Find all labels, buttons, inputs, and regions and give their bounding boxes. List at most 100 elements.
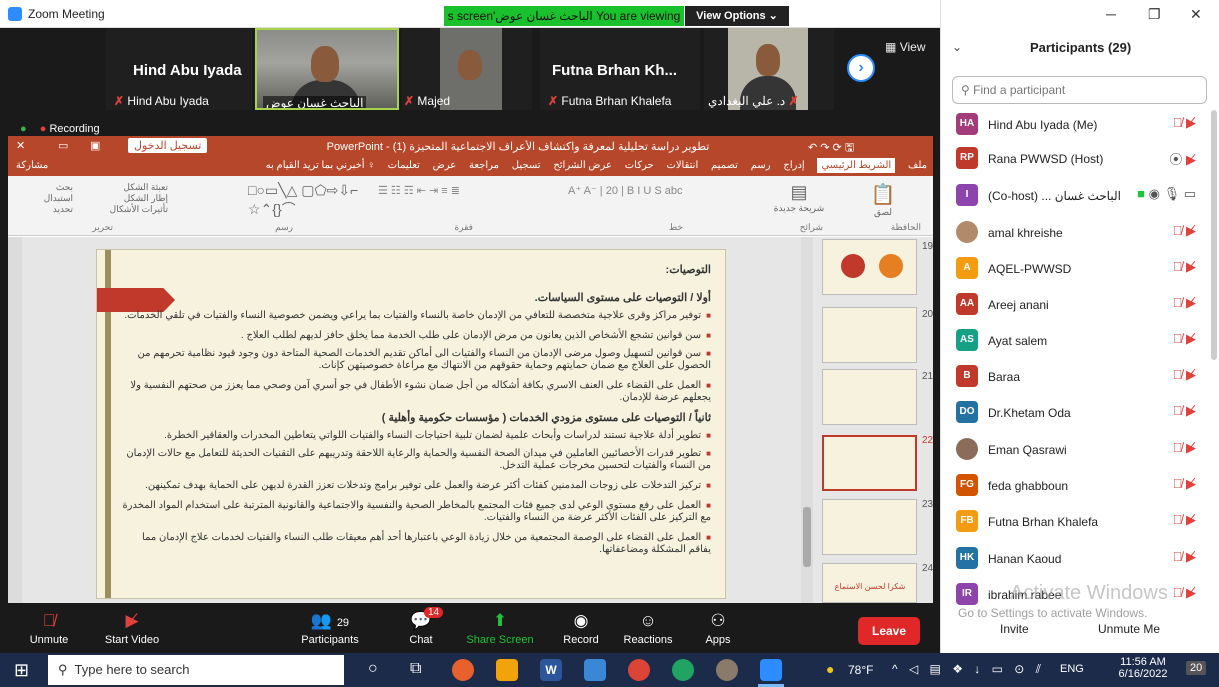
firefox-icon[interactable]: [452, 659, 474, 681]
video-off-icon: ▶̸: [125, 611, 139, 630]
scroll-thumb[interactable]: [803, 507, 811, 567]
tab-home[interactable]: الشريط الرئيسي: [817, 158, 896, 173]
video-tile-hind[interactable]: Hind Abu Iyada ✗ Hind Abu Iyada: [106, 28, 252, 110]
share-screen-button[interactable]: ⬆ Share Screen: [464, 605, 536, 653]
shapes-gallery[interactable]: □○▭╲△ ▢⬠⇨⇩⌐ ☆⌃{}⌒: [248, 182, 368, 219]
cortana-icon[interactable]: ○: [368, 660, 378, 678]
paste-icon[interactable]: 📋: [838, 182, 928, 207]
status-icons: 🎙̸ ▶̸: [1173, 476, 1196, 492]
left-scrollbar[interactable]: [8, 237, 22, 603]
start-video-button[interactable]: ▶̸ Start Video: [100, 605, 164, 653]
word-icon[interactable]: W: [540, 659, 562, 681]
tab-insert[interactable]: إدراج: [783, 160, 804, 171]
status-icons: 🎙̸ ▶̸: [1173, 440, 1196, 456]
participant-row[interactable]: amal khreishe 🎙̸ ▶̸: [948, 217, 1210, 249]
participant-row[interactable]: AA Areej anani 🎙̸ ▶̸: [948, 289, 1210, 321]
slide-thumbnail[interactable]: شكرا لحسن الاستماع: [822, 563, 917, 603]
new-slide-icon[interactable]: ▤: [760, 182, 838, 203]
tab-view[interactable]: عرض: [433, 160, 457, 171]
participant-row[interactable]: I الباحث غسان ... (Co-host) ■ ◉ 🎙 ▭: [948, 180, 1210, 212]
shape-outline-label[interactable]: إطار الشكل: [78, 193, 168, 204]
language-indicator[interactable]: ENG: [1060, 663, 1084, 675]
video-tile-majed[interactable]: ✗ Majed: [402, 28, 532, 110]
video-tile-ghassan[interactable]: الباحث غسان عوض: [255, 28, 399, 110]
record-button[interactable]: ◉ Record: [556, 605, 606, 653]
slide-thumbnail[interactable]: [822, 307, 917, 363]
participant-row[interactable]: HK Hanan Kaoud 🎙̸ ▶̸: [948, 543, 1210, 575]
video-tile-futna[interactable]: Futna Brhan Kh... ✗ Futna Brhan Khalefa: [540, 28, 700, 110]
slide-canvas[interactable]: التوصيات: أولا / التوصيات على مستوى السي…: [96, 249, 726, 599]
replace-label[interactable]: استبدال: [18, 193, 73, 204]
video-tile-ali[interactable]: ✗ د. علي البغدادي: [704, 28, 834, 110]
participant-row[interactable]: B Baraa 🎙̸ ▶̸: [948, 361, 1210, 393]
search-icon: ⚲: [961, 83, 970, 97]
tab-animations[interactable]: حركات: [625, 160, 654, 171]
store-icon[interactable]: [584, 659, 606, 681]
share-button[interactable]: مشاركة: [16, 160, 48, 171]
find-label[interactable]: بحث: [18, 182, 73, 193]
tab-help[interactable]: تعليمات: [388, 160, 420, 171]
tab-record[interactable]: تسجيل: [512, 160, 541, 171]
next-page-button[interactable]: ›: [847, 54, 875, 82]
ribbon-display-icon[interactable]: ▣: [90, 139, 100, 152]
record-label: Record: [563, 634, 599, 646]
panel-scrollbar[interactable]: [1211, 110, 1217, 360]
system-tray-icons[interactable]: ^ ◁ ▤ ❖ ↓ ▭ ⊙ ⫽: [892, 662, 1045, 677]
unmute-button[interactable]: 🎙̸ Unmute: [24, 605, 74, 653]
signin-button[interactable]: تسجيل الدخول: [128, 138, 208, 153]
participants-button[interactable]: 👥 29 Participants: [294, 605, 366, 653]
slide-thumbnail-selected[interactable]: [822, 435, 917, 491]
slide-scrollbar[interactable]: [801, 237, 813, 603]
tab-review[interactable]: مراجعة: [469, 160, 499, 171]
restore-icon[interactable]: ▭: [58, 139, 68, 152]
minimize-icon[interactable]: ─: [1106, 6, 1116, 22]
invite-button[interactable]: Invite: [1000, 622, 1029, 636]
participant-search-input[interactable]: ⚲ Find a participant: [952, 76, 1207, 104]
zoom-taskbar-icon[interactable]: [760, 659, 782, 681]
weather-temp[interactable]: 78°F: [848, 663, 873, 677]
chrome-icon[interactable]: [628, 659, 650, 681]
chat-button[interactable]: 💬 Chat 14: [396, 605, 446, 653]
taskbar-search-input[interactable]: ⚲ Type here to search: [48, 655, 344, 685]
tab-file[interactable]: ملف: [908, 160, 927, 171]
mic-muted-icon: ✗: [548, 94, 559, 108]
clock[interactable]: 11:56 AM 6/16/2022: [1118, 656, 1168, 680]
participant-row[interactable]: DO Dr.Khetam Oda 🎙̸ ▶̸: [948, 397, 1210, 429]
slide-thumbnail[interactable]: [822, 499, 917, 555]
activate-windows-title: Activate Windows: [1010, 582, 1168, 604]
participant-row[interactable]: RP Rana PWWSD (Host) ⦿ ▶̸: [948, 143, 1210, 175]
select-label[interactable]: تحديد: [18, 204, 73, 215]
participant-row[interactable]: A AQEL-PWWSD 🎙̸ ▶̸: [948, 253, 1210, 285]
reactions-button[interactable]: ☺ Reactions: [620, 605, 676, 653]
close-icon[interactable]: ✕: [16, 139, 25, 152]
tab-draw[interactable]: رسم: [751, 160, 771, 171]
apps-button[interactable]: ⚇ Apps: [698, 605, 738, 653]
participant-row[interactable]: AS Ayat salem 🎙̸ ▶̸: [948, 325, 1210, 357]
leave-button[interactable]: Leave: [858, 617, 920, 645]
view-button[interactable]: ▦ View: [885, 40, 925, 54]
maximize-icon[interactable]: ❐: [1148, 6, 1161, 23]
tab-design[interactable]: تصميم: [711, 160, 738, 171]
unmute-label: Unmute: [29, 634, 69, 646]
tab-slideshow[interactable]: عرض الشرائح: [553, 160, 612, 171]
slide-thumbnail[interactable]: [822, 239, 917, 295]
tell-me-box[interactable]: أخبرني بما تريد القيام به: [266, 160, 365, 171]
shape-effects-label[interactable]: تأثيرات الأشكال: [78, 204, 168, 215]
shape-fill-label[interactable]: تعبئة الشكل: [78, 182, 168, 193]
participant-row[interactable]: FB Futna Brhan Khalefa 🎙̸ ▶̸: [948, 506, 1210, 538]
participant-row[interactable]: HA Hind Abu Iyada (Me) 🎙̸ ▶̸: [948, 109, 1210, 141]
unmute-me-button[interactable]: Unmute Me: [1098, 622, 1160, 636]
close-icon[interactable]: ✕: [1190, 6, 1202, 23]
participant-row[interactable]: FG feda ghabboun 🎙̸ ▶̸: [948, 470, 1210, 502]
slide-thumbnail[interactable]: [822, 369, 917, 425]
notification-badge[interactable]: 20: [1186, 661, 1207, 675]
tab-transitions[interactable]: انتقالات: [666, 160, 698, 171]
participant-row[interactable]: Eman Qasrawi 🎙̸ ▶̸: [948, 434, 1210, 466]
collapse-chevron-icon[interactable]: ⌄: [952, 40, 962, 54]
windows-start-icon[interactable]: ⊞: [14, 660, 29, 681]
task-view-icon[interactable]: ⧉: [410, 660, 421, 678]
edge-icon[interactable]: [672, 659, 694, 681]
app-icon[interactable]: [716, 659, 738, 681]
view-options-button[interactable]: View Options ⌄: [685, 6, 789, 26]
outlook-icon[interactable]: [496, 659, 518, 681]
